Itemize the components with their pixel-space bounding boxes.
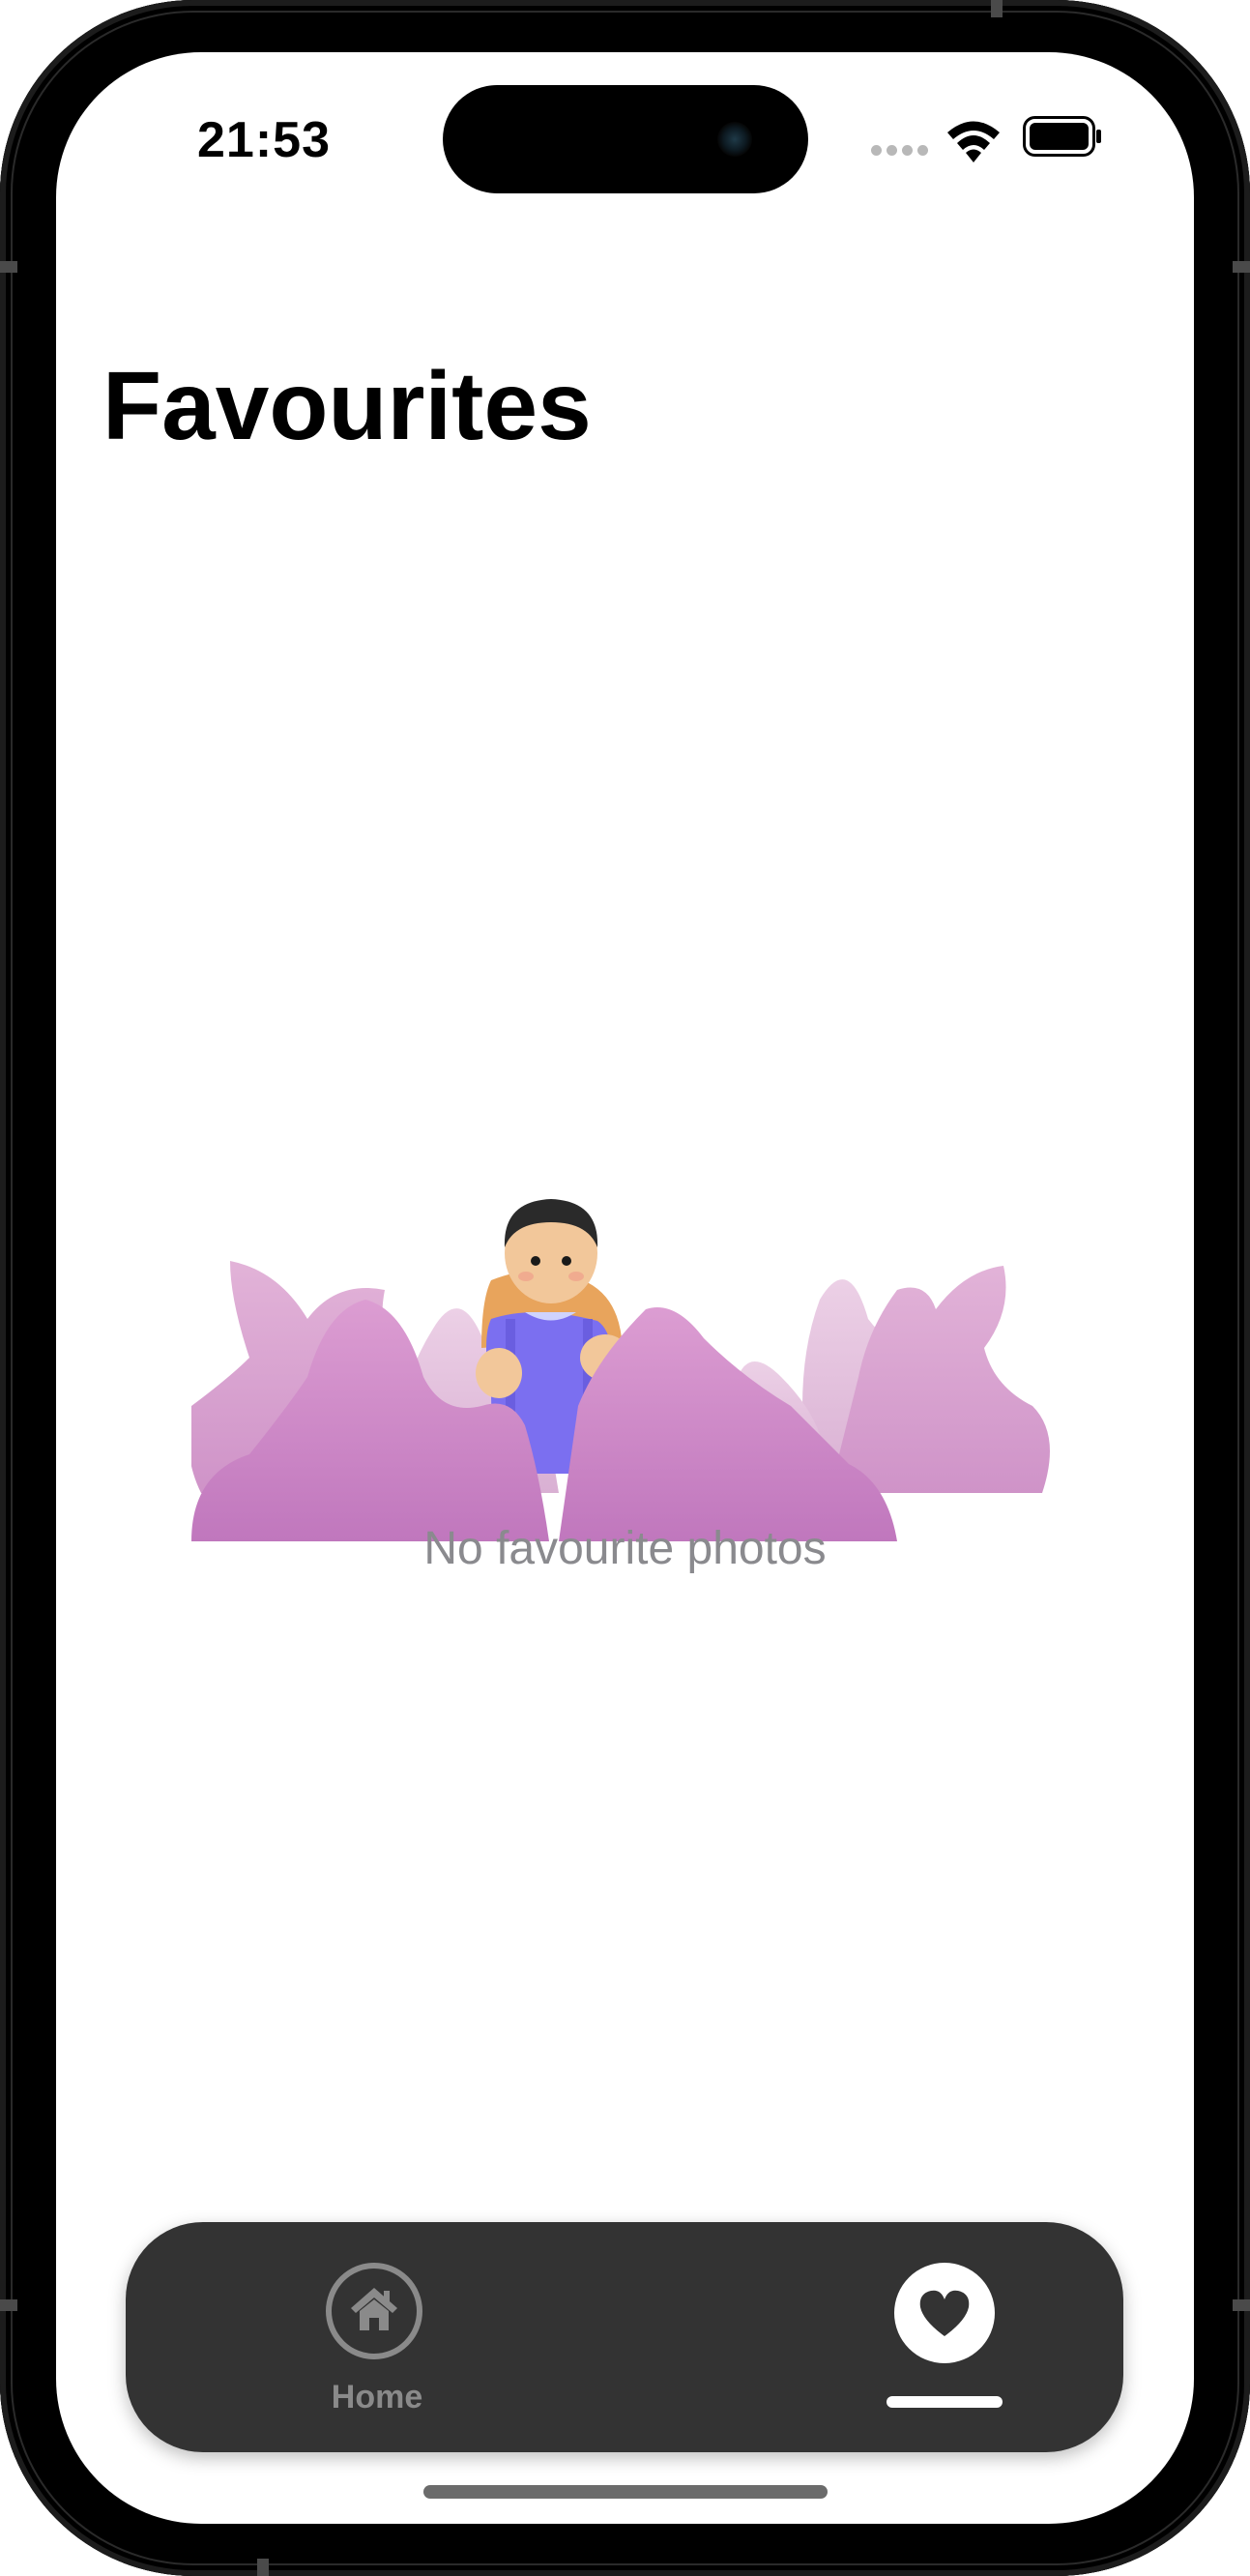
wifi-icon [947, 121, 1000, 162]
heart-icon-circle [894, 2263, 995, 2363]
status-time: 21:53 [197, 112, 331, 168]
dynamic-island [443, 85, 808, 193]
frame-antenna-line [257, 2559, 269, 2576]
frame-antenna-line [1233, 2299, 1250, 2311]
page-title: Favourites [102, 352, 592, 460]
frame-antenna-line [1233, 261, 1250, 273]
front-camera [717, 122, 752, 157]
frame-antenna-line [991, 0, 1003, 17]
frame-antenna-line [0, 261, 17, 273]
heart-icon [919, 2290, 970, 2336]
tab-favourites[interactable] [875, 2257, 1020, 2421]
tab-bar: Home [126, 2222, 1123, 2452]
battery-icon [1023, 116, 1101, 157]
cellular-signal-icon [871, 145, 929, 157]
frame-antenna-line [0, 2299, 17, 2311]
empty-state-message: No favourite photos [423, 1523, 827, 1574]
empty-state-illustration [191, 1199, 1050, 1541]
home-indicator[interactable] [423, 2485, 828, 2499]
device-frame: 21:53 Favourites No favourite photos Hom… [0, 0, 1250, 2576]
tab-home-label: Home [331, 2379, 423, 2415]
active-tab-indicator [887, 2396, 1003, 2408]
home-icon-circle [326, 2263, 422, 2359]
home-icon [351, 2288, 397, 2330]
tab-home[interactable]: Home [300, 2257, 454, 2421]
screen: 21:53 Favourites No favourite photos Hom… [56, 52, 1194, 2524]
